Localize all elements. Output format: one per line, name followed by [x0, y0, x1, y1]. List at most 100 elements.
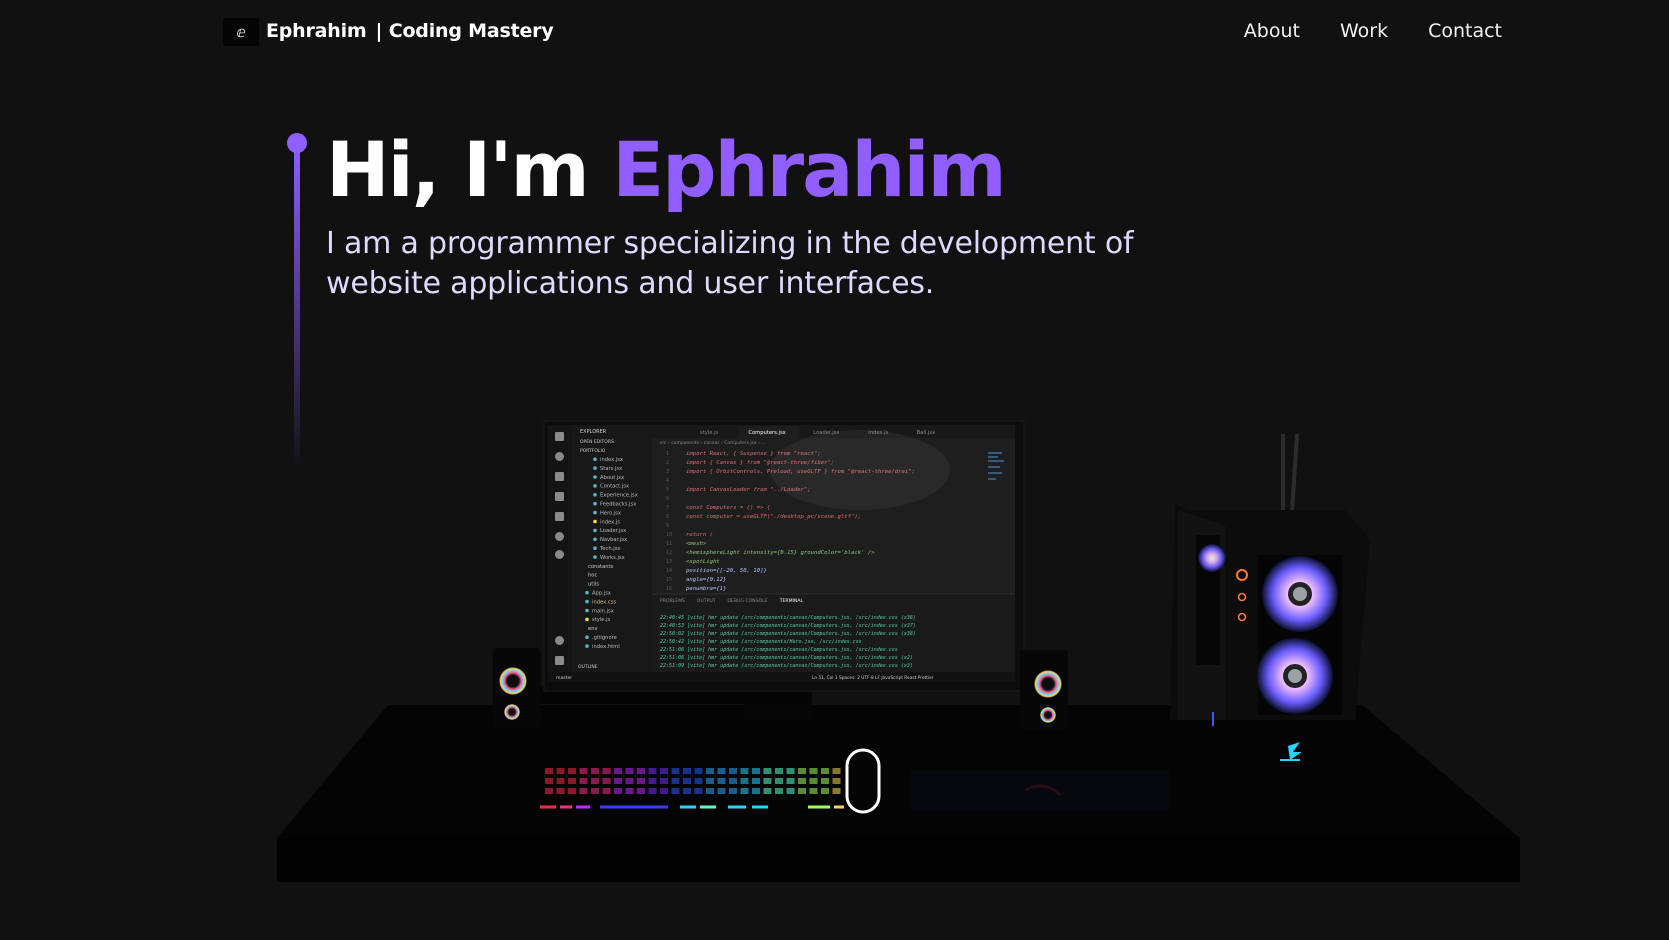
file-icon — [593, 475, 597, 479]
file-tree-item[interactable]: index.html — [592, 644, 620, 650]
mouse — [845, 748, 881, 814]
file-tree-item[interactable]: Navbar.jsx — [600, 537, 627, 543]
keyboard-key — [786, 788, 795, 794]
code-line: <mesh> — [686, 541, 707, 547]
code-line: return ( — [686, 532, 713, 538]
keyboard-key — [763, 768, 772, 774]
file-icon — [593, 457, 597, 462]
file-icon — [593, 493, 597, 497]
file-tree-item[interactable]: Experience.jsx — [600, 493, 638, 499]
terminal-line: 22:50:42 [vite] hmr update /src/componen… — [660, 639, 862, 645]
code-line: penumbra={1} — [686, 586, 726, 592]
line-number: 16 — [666, 586, 672, 592]
keyboard-key — [648, 778, 657, 784]
keyboard-key — [568, 788, 576, 794]
desktop-pc-3d-scene[interactable]: EXPLORER OPEN EDITORS PORTFOLIO index.js… — [0, 0, 1669, 940]
keyboard-key — [752, 768, 760, 774]
file-icon — [585, 590, 589, 595]
keyboard-key — [637, 768, 645, 774]
terminal-line: 22:40:53 [vite] hmr update /src/componen… — [660, 623, 916, 629]
keyboard-key — [648, 788, 657, 794]
file-tree-item[interactable]: index.js — [600, 519, 620, 525]
line-number: 5 — [666, 487, 669, 493]
keyboard-key — [568, 778, 576, 784]
code-line: const computer = useGLTF("./desktop_pc/s… — [686, 514, 861, 520]
line-number: 4 — [666, 478, 669, 484]
keyboard-key — [637, 778, 645, 784]
keyboard-key — [729, 768, 737, 774]
keyboard-key — [660, 768, 668, 774]
file-icon — [593, 484, 597, 488]
keyboard-key — [614, 788, 622, 794]
keyboard-key — [671, 778, 680, 784]
keyboard-key — [671, 768, 680, 774]
keyboard-key — [775, 778, 783, 784]
keyboard-key — [545, 768, 553, 774]
file-tree-item[interactable]: style.js — [592, 617, 611, 623]
keyboard-key — [809, 778, 818, 784]
line-number: 10 — [666, 532, 672, 538]
panel-tab[interactable]: OUTPUT — [697, 598, 716, 604]
file-tree-item[interactable]: env — [588, 626, 598, 632]
file-tree-item[interactable]: Works.jsx — [600, 555, 625, 561]
keyboard-key — [648, 768, 657, 774]
line-number: 3 — [666, 469, 669, 475]
keyboard-key — [717, 788, 726, 794]
file-tree-item[interactable]: index.css — [592, 599, 616, 605]
code-editor-screen: EXPLORER OPEN EDITORS PORTFOLIO index.js… — [548, 425, 1015, 682]
code-line: angle={0.12} — [686, 577, 726, 583]
file-tree-item[interactable]: Hero.jsx — [600, 510, 621, 516]
keyboard-key — [671, 788, 680, 794]
file-tree-item[interactable]: main.jsx — [592, 608, 614, 614]
keyboard-key — [821, 788, 829, 794]
keyboard-key — [832, 778, 841, 784]
editor-tab-label: Computers.jsx — [748, 430, 785, 436]
file-tree-item[interactable]: App.jsx — [592, 591, 611, 597]
keyboard-key — [809, 788, 818, 794]
line-number: 7 — [666, 505, 669, 511]
keyboard-key — [786, 778, 795, 784]
keyboard-key — [821, 768, 829, 774]
file-tree-item[interactable]: .gitignore — [592, 635, 617, 641]
keyboard-key — [832, 768, 841, 774]
svg-text:OPEN EDITORS: OPEN EDITORS — [580, 439, 614, 445]
file-tree-item[interactable]: Loader.jsx — [600, 528, 626, 534]
keyboard-key — [625, 768, 634, 774]
editor-tab-label: Ball.jsx — [917, 430, 935, 436]
file-tree-item[interactable]: Stars.jsx — [600, 466, 622, 472]
terminal-line: 22:40:45 [vite] hmr update /src/componen… — [660, 615, 916, 621]
file-icon — [585, 617, 589, 622]
keyboard-key — [683, 778, 691, 784]
keyboard-key — [740, 778, 749, 784]
file-tree-item[interactable]: Feedbacks.jsx — [600, 502, 636, 508]
file-icon — [593, 546, 597, 550]
file-icon — [585, 644, 589, 648]
file-tree-item[interactable]: Tech.jsx — [599, 546, 620, 552]
panel-tab[interactable]: DEBUG CONSOLE — [727, 598, 767, 604]
panel-tab[interactable]: TERMINAL — [779, 598, 804, 604]
keyboard-key — [809, 768, 818, 774]
file-tree-item[interactable]: About.jsx — [600, 475, 624, 481]
file-tree-item[interactable]: index.jsx — [600, 457, 623, 463]
keyboard-key — [591, 788, 599, 794]
keyboard-key — [556, 788, 565, 794]
keyboard-key — [729, 788, 737, 794]
svg-text:EXPLORER: EXPLORER — [580, 429, 607, 435]
line-number: 1 — [666, 451, 669, 457]
keyboard-key — [706, 768, 714, 774]
keyboard-key — [694, 788, 703, 794]
file-icon — [585, 608, 589, 613]
file-tree-item[interactable]: hoc — [588, 573, 597, 579]
terminal-line: 22:51:09 [vite] hmr update /src/componen… — [660, 663, 913, 669]
file-icon — [593, 555, 597, 559]
file-tree-item[interactable]: utils — [588, 582, 599, 588]
file-tree-item[interactable]: Contact.jsx — [600, 484, 629, 490]
keyboard-key — [763, 778, 772, 784]
line-number: 2 — [666, 460, 669, 466]
keyboard-key — [660, 778, 668, 784]
keyboard-key — [625, 788, 634, 794]
svg-text:PORTFOLIO: PORTFOLIO — [580, 448, 606, 454]
panel-tab[interactable]: PROBLEMS — [660, 598, 685, 604]
keyboard-key — [706, 778, 714, 784]
file-tree-item[interactable]: constants — [588, 564, 614, 570]
